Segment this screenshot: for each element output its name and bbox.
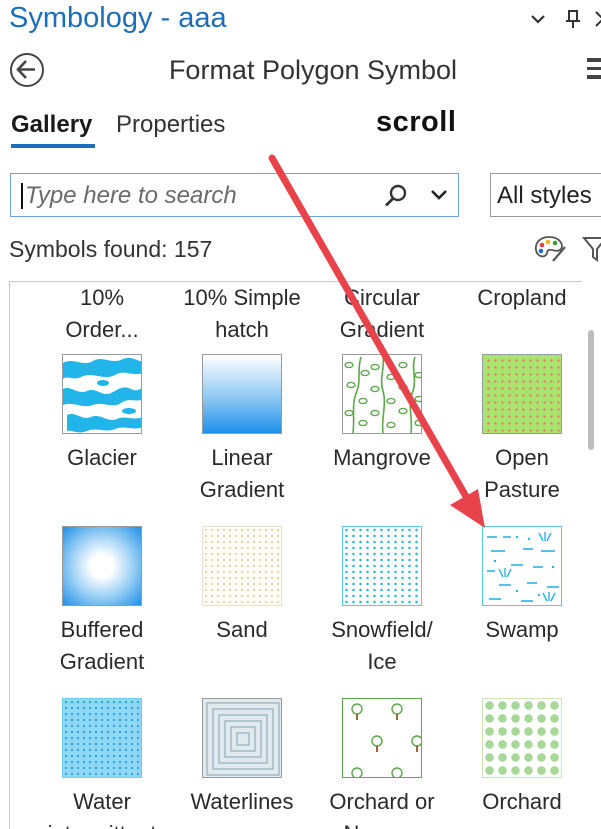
gallery-item-partial[interactable]: Cropland	[452, 282, 591, 340]
gallery-item-linear-gradient[interactable]: Linear Gradient	[172, 354, 312, 504]
gallery-item-label: Pasture	[484, 477, 560, 502]
gallery-item-label: Circular	[344, 285, 420, 310]
gallery-item-label: Orchard	[482, 789, 562, 814]
chevron-down-icon[interactable]	[527, 8, 549, 30]
gallery-item-label: Gradient	[339, 317, 425, 342]
glacier-swatch	[62, 354, 142, 434]
snowfield-swatch	[342, 526, 422, 606]
chevron-down-icon[interactable]	[429, 187, 449, 203]
symbols-found-count: Symbols found: 157	[9, 236, 213, 262]
search-box[interactable]	[10, 173, 459, 217]
text-caret	[21, 183, 23, 209]
gallery-item-label: Water	[73, 789, 131, 814]
gallery-item-swamp[interactable]: Swamp	[452, 526, 591, 676]
filter-icon[interactable]	[581, 234, 601, 264]
gallery-item-water-intermittent[interactable]: Water intermittent	[32, 698, 172, 829]
search-input[interactable]	[25, 182, 365, 210]
gallery-item-label: Glacier	[67, 445, 137, 470]
gallery-item-buffered-gradient[interactable]: Buffered Gradient	[32, 526, 172, 676]
title-bar: Symbology - aaa	[0, 0, 601, 44]
pin-icon[interactable]	[562, 8, 584, 30]
orchard-swatch	[482, 698, 562, 778]
orchard-nursery-swatch	[342, 698, 422, 778]
swamp-swatch	[482, 526, 562, 606]
gallery-item-label: Orchard or	[329, 789, 435, 814]
style-filter-select[interactable]: All styles	[490, 173, 601, 217]
gallery-item-sand[interactable]: Sand	[172, 526, 312, 676]
gallery-item-label: Ice	[367, 649, 397, 674]
scroll-annotation: scroll	[376, 106, 457, 138]
open-pasture-swatch	[482, 354, 562, 434]
gallery-item-label: Linear	[211, 445, 273, 470]
gallery-item-orchard-nursery[interactable]: Orchard or Nursery	[312, 698, 452, 829]
gallery-item-label: intermittent	[32, 818, 172, 829]
linear-gradient-swatch	[202, 354, 282, 434]
gallery-item-label: Order...	[65, 317, 139, 342]
gallery-item-partial[interactable]: 10% Order...	[32, 282, 172, 342]
scrollbar-thumb[interactable]	[588, 330, 594, 450]
gallery-item-open-pasture[interactable]: Open Pasture	[452, 354, 591, 504]
style-filter-value: All styles	[497, 182, 592, 209]
hamburger-menu-icon[interactable]	[587, 58, 601, 80]
close-icon[interactable]	[592, 8, 601, 30]
gallery-item-orchard[interactable]: Orchard	[452, 698, 591, 829]
gallery-item-snowfield[interactable]: Snowfield/ Ice	[312, 526, 452, 676]
gallery-item-label: 10%	[79, 285, 125, 310]
gallery-item-label: Swamp	[485, 617, 559, 642]
gallery-item-label: Open	[495, 445, 549, 470]
gallery-item-label: 10% Simple	[183, 285, 301, 310]
waterlines-swatch	[202, 698, 282, 778]
gallery-item-glacier[interactable]: Glacier	[32, 354, 172, 504]
sand-swatch	[202, 526, 282, 606]
gallery-item-label: Gradient	[199, 477, 285, 502]
search-icon[interactable]	[384, 184, 408, 208]
gallery-item-label: Waterlines	[190, 789, 294, 814]
gallery-item-label: Gradient	[59, 649, 145, 674]
pane-title: Format Polygon Symbol	[168, 55, 458, 85]
gallery-item-label: Cropland	[477, 285, 567, 310]
gallery-item-label: Snowfield/	[331, 617, 433, 642]
gallery-item-partial[interactable]: Circular Gradient	[312, 282, 452, 342]
buffered-gradient-swatch	[62, 526, 142, 606]
active-tab-indicator	[11, 144, 95, 148]
mangrove-swatch	[342, 354, 422, 434]
gallery-item-waterlines[interactable]: Waterlines	[172, 698, 312, 829]
gallery-item-label: Nursery	[312, 818, 452, 829]
gallery-item-partial[interactable]: 10% Simple hatch	[172, 282, 312, 342]
tab-properties[interactable]: Properties	[116, 111, 225, 139]
gallery-item-label: Sand	[216, 617, 268, 642]
gallery-item-label: Mangrove	[333, 445, 431, 470]
palette-icon[interactable]	[533, 234, 567, 264]
gallery-item-label: hatch	[215, 317, 269, 342]
water-intermittent-swatch	[62, 698, 142, 778]
symbol-gallery[interactable]: 10% Order... 10% Simple hatch Circular G…	[9, 281, 592, 829]
gallery-item-label: Buffered	[60, 617, 144, 642]
tab-gallery[interactable]: Gallery	[11, 111, 92, 139]
window-title: Symbology - aaa	[9, 2, 227, 34]
gallery-item-mangrove[interactable]: Mangrove	[312, 354, 452, 504]
